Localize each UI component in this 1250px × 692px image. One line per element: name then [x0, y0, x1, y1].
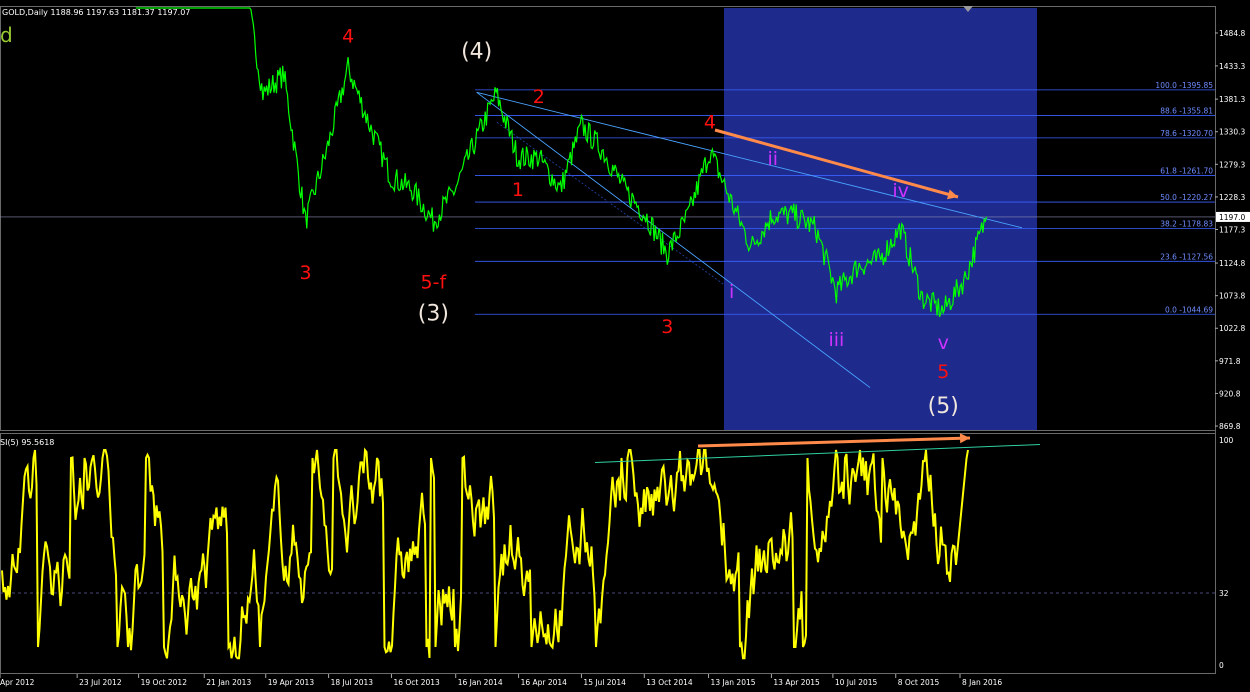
indicator-tick-label: 100 — [1219, 436, 1234, 445]
time-tick-label: 21 Jan 2013 — [206, 678, 251, 687]
indicator-header: SI(5) 95.5618 — [0, 438, 54, 447]
wave-label: 4 — [704, 112, 716, 134]
wave-label: (4) — [461, 39, 492, 64]
wave-label: 5-f — [421, 271, 448, 293]
price-tick-label: 1381.3 — [1219, 95, 1245, 104]
price-tick-label: 920.8 — [1219, 389, 1241, 398]
time-tick-label: 8 Oct 2015 — [898, 678, 940, 687]
time-tick-label: 23 Jul 2012 — [79, 678, 122, 687]
time-tick-label: Apr 2012 — [0, 678, 35, 687]
corner-letter: d — [0, 23, 13, 47]
time-tick-label: 13 Oct 2014 — [646, 678, 693, 687]
current-price-label: 1197.0 — [1219, 213, 1245, 222]
wave-label: v — [938, 332, 949, 354]
trading-chart[interactable]: 100.0 -1395.85 88.6 -1355.81 78.6 -1320.70… — [0, 0, 1250, 688]
wave-label: (3) — [418, 301, 449, 326]
chart-background — [0, 0, 1250, 688]
wave-label: 4 — [342, 25, 354, 47]
price-tick-label: 1228.3 — [1219, 193, 1245, 202]
wave-label: i — [729, 281, 734, 303]
fib-label: 50.0 -1220.27 — [1160, 193, 1213, 202]
price-tick-label: 1433.3 — [1219, 62, 1245, 71]
time-tick-label: 15 Jul 2014 — [583, 678, 626, 687]
price-tick-label: 1124.8 — [1219, 259, 1245, 268]
price-tick-label: 1022.8 — [1219, 324, 1245, 333]
fib-label: 88.6 -1355.81 — [1160, 106, 1213, 115]
time-tick-label: 18 Jul 2013 — [331, 678, 374, 687]
chart-header: GOLD,Daily 1188.96 1197.63 1181.37 1197.… — [2, 8, 190, 17]
fib-label: 23.6 -1127.56 — [1160, 252, 1213, 261]
fib-label: 61.8 -1261.70 — [1160, 167, 1213, 176]
wave-label: 1 — [512, 179, 524, 201]
time-tick-label: 16 Oct 2013 — [393, 678, 440, 687]
price-tick-label: 1279.3 — [1219, 160, 1245, 169]
time-tick-label: 16 Jan 2014 — [458, 678, 503, 687]
wave-label: (5) — [928, 394, 959, 419]
price-tick-label: 1330.3 — [1219, 128, 1245, 137]
wave-label: 3 — [661, 316, 673, 338]
fib-label: 38.2 -1178.83 — [1160, 220, 1213, 229]
time-tick-label: 10 Jul 2015 — [835, 678, 878, 687]
time-tick-label: 16 Apr 2014 — [521, 678, 568, 687]
time-tick-label: 19 Oct 2012 — [141, 678, 188, 687]
indicator-tick-label: 32 — [1219, 589, 1229, 598]
time-tick-label: 13 Jan 2015 — [711, 678, 756, 687]
fib-label: 78.6 -1320.70 — [1160, 129, 1213, 138]
wave-label: 5 — [937, 361, 949, 383]
price-tick-label: 1484.8 — [1219, 29, 1245, 38]
price-tick-label: 1177.3 — [1219, 226, 1245, 235]
price-tick-label: 1073.8 — [1219, 292, 1245, 301]
chart-canvas[interactable]: 100.0 -1395.85 88.6 -1355.81 78.6 -1320.70… — [0, 0, 1250, 688]
time-tick-label: 8 Jan 2016 — [962, 678, 1002, 687]
fib-label: 100.0 -1395.85 — [1155, 81, 1213, 90]
fib-label: 0.0 -1044.69 — [1165, 305, 1213, 314]
time-tick-label: 19 Apr 2013 — [268, 678, 315, 687]
time-tick-label: 13 Apr 2015 — [773, 678, 820, 687]
wave-label: 2 — [533, 86, 545, 108]
price-tick-label: 971.8 — [1219, 357, 1241, 366]
wave-label: iv — [892, 180, 909, 202]
indicator-tick-label: 0 — [1219, 661, 1224, 670]
wave-label: iii — [828, 329, 844, 351]
wave-label: ii — [768, 148, 779, 170]
price-tick-label: 869.8 — [1219, 422, 1241, 431]
wave-label: 3 — [299, 262, 311, 284]
